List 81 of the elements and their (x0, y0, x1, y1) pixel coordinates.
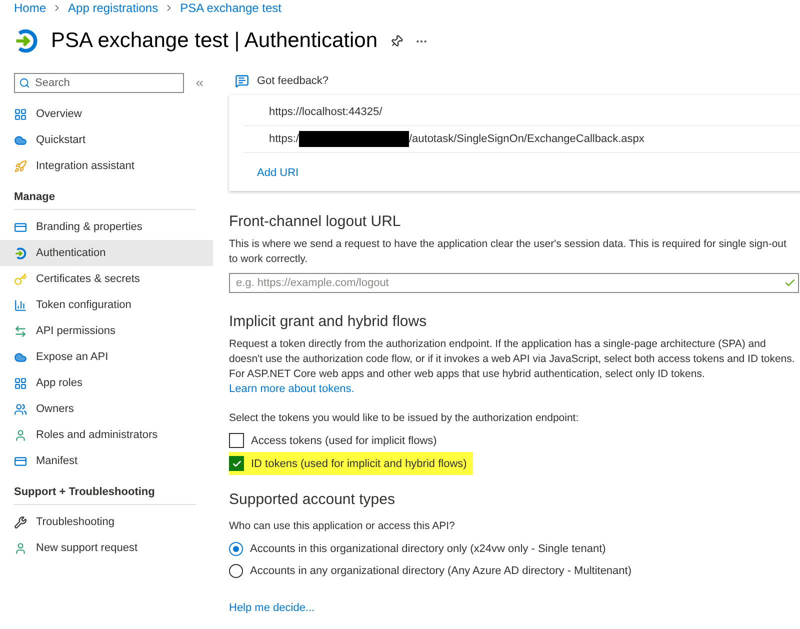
cloud-icon (14, 350, 27, 364)
nav-label: Certificates & secrets (36, 273, 140, 285)
prompt-text: Who can use this application or access this API? (229, 519, 456, 534)
nav-label: New support request (36, 542, 138, 554)
checkbox-label: ID tokens (used for implicit and hybrid flows) (251, 458, 467, 470)
nav-item[interactable]: Manifest (0, 448, 213, 474)
nav-label: Manifest (36, 455, 78, 467)
breadcrumb-link[interactable]: Home (14, 1, 46, 15)
nav-item[interactable]: Expose an API (0, 344, 213, 370)
checkbox[interactable] (229, 433, 244, 448)
nav-item[interactable]: Roles and administrators (0, 422, 213, 448)
person-icon (14, 428, 27, 442)
description: Request a token directly from the authorization endpoint. If the application has a single-page architecture (SPA) and doesn't use the authorization code flow, or if it invokes a web API via JavaScript, select both access tokens and ID tokens. For ASP.NET Core web apps and other web apps that use hybrid authentication, select only ID tokens. Learn more about tokens. (229, 337, 795, 397)
check-icon (232, 458, 242, 468)
wrench-icon (14, 516, 27, 528)
section-heading: Support + Troubleshooting (14, 486, 196, 505)
collapse-icon[interactable] (194, 78, 205, 88)
arrows-icon (14, 324, 27, 338)
sign-in-arrow-icon (14, 246, 27, 260)
nav-item[interactable]: Overview (0, 101, 213, 127)
grid-icon (14, 376, 27, 390)
nav-item[interactable]: Owners (0, 396, 213, 422)
nav-item[interactable]: Troubleshooting (0, 509, 213, 535)
nav-label: App roles (36, 377, 82, 389)
feedback-link[interactable]: Got feedback? (257, 75, 329, 87)
nav-label: Troubleshooting (36, 516, 114, 528)
rocket-icon (14, 160, 27, 172)
card-icon (14, 454, 27, 468)
nav-item[interactable]: Authentication (0, 240, 213, 266)
nav-label: Integration assistant (36, 160, 134, 172)
nav-item[interactable]: Certificates & secrets (0, 266, 213, 292)
section-title: Supported account types (229, 491, 396, 508)
search-field[interactable]: Search (14, 73, 184, 93)
bars-icon (14, 298, 27, 312)
section-title: Implicit grant and hybrid flows (229, 313, 428, 330)
nav-item[interactable]: Integration assistant (0, 153, 213, 179)
breadcrumb-link[interactable]: App registrations (68, 1, 158, 15)
cloud-icon (14, 134, 27, 146)
description: This is where we send a request to have the application clear the user's session data. This is required for single sign-out to work correctly. (229, 237, 788, 267)
nav-item[interactable]: New support request (0, 535, 213, 561)
highlighted-option[interactable]: ID tokens (used for implicit and hybrid flows) (229, 452, 473, 475)
search-icon (19, 78, 30, 88)
radio-label: Accounts in any organizational directory (Any Azure AD directory - Multitenant) (250, 565, 632, 577)
prompt-text: Select the tokens you would like to be issued by the authorization endpoint: (229, 411, 580, 426)
checkbox-label: Access tokens (used for implicit flows) (251, 434, 437, 446)
section-title: Front-channel logout URL (229, 213, 402, 230)
nav-label: Authentication (36, 247, 106, 259)
uri-text: https://localhost:44325/ (269, 106, 382, 118)
nav-item[interactable]: App roles (0, 370, 213, 396)
nav-item[interactable]: Quickstart (0, 127, 213, 153)
nav-label: Roles and administrators (36, 429, 158, 441)
breadcrumb-link[interactable]: PSA exchange test (180, 1, 282, 15)
key-icon (14, 272, 27, 286)
uri-text: https:/ (269, 133, 299, 145)
radio-label: Accounts in this organizational directory only (x24vw only - Single tenant) (250, 543, 606, 555)
learn-more-link[interactable]: Learn more about tokens. (229, 383, 354, 395)
nav-item[interactable]: API permissions (0, 318, 213, 344)
nav-label: Token configuration (36, 299, 132, 311)
nav-item[interactable]: Branding & properties (0, 214, 213, 240)
radio-button[interactable] (229, 542, 243, 556)
add-uri-link[interactable]: Add URI (257, 167, 299, 179)
people-icon (14, 402, 27, 416)
uri-text: /autotask/SingleSignOn/ExchangeCallback.aspx (408, 133, 644, 145)
radio-button[interactable] (229, 564, 243, 578)
checkbox[interactable] (229, 456, 244, 471)
section-heading: Manage (14, 191, 196, 210)
nav-label: Quickstart (36, 134, 86, 146)
page-title: PSA exchange test | Authentication (51, 29, 378, 53)
person-icon (14, 542, 27, 554)
card-icon (14, 220, 27, 234)
nav-item[interactable]: Token configuration (0, 292, 213, 318)
nav-label: API permissions (36, 325, 116, 337)
feedback-icon (235, 74, 249, 88)
nav-label: Expose an API (36, 351, 108, 363)
nav-label: Overview (36, 108, 82, 120)
help-link[interactable]: Help me decide... (229, 602, 315, 614)
grid-icon (14, 108, 27, 120)
nav-label: Owners (36, 403, 74, 415)
logout-url-field[interactable]: e.g. https://example.com/logout (229, 273, 799, 293)
nav-label: Branding & properties (36, 221, 142, 233)
checkbox-option[interactable]: Access tokens (used for implicit flows) (229, 429, 800, 452)
